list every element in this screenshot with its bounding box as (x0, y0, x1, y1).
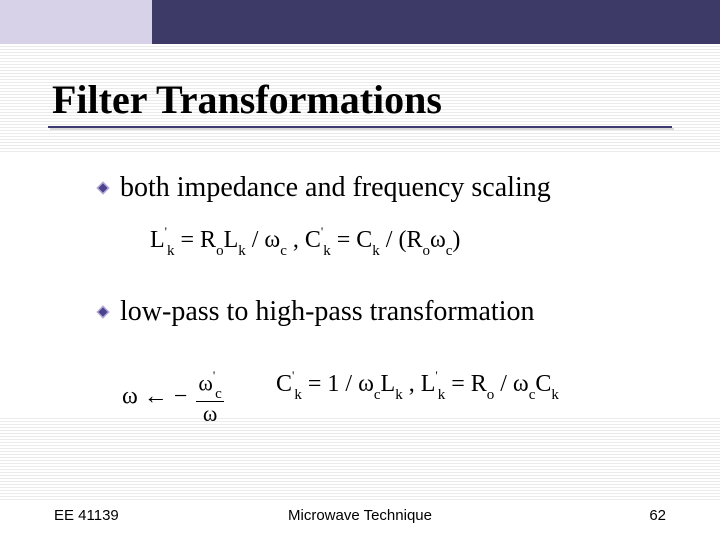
footer-course-code: EE 41139 (54, 507, 119, 524)
eq2a-denominator: ω (201, 402, 219, 426)
slide-footer: EE 41139 Microwave Technique 62 (0, 507, 720, 524)
equation-2b: C'k = 1 / ωcLk , L'k = Ro / ωcCk (276, 370, 559, 402)
diamond-bullet-icon (96, 305, 110, 319)
equation-2a: ω ← − ω'c ω (122, 370, 227, 426)
footer-course-name: Microwave Technique (288, 507, 432, 524)
eq2a-fraction: ω'c ω (196, 370, 224, 426)
bullet-1: both impedance and frequency scaling (96, 172, 551, 204)
bullet-2-text: low-pass to high-pass transformation (120, 296, 535, 328)
title-band-dark (152, 0, 720, 44)
eq2a-prefix: ω ← − (122, 384, 187, 410)
footer-page-number: 62 (649, 507, 666, 524)
title-underline-shadow (50, 128, 674, 130)
bullet-2: low-pass to high-pass transformation (96, 296, 535, 328)
hatched-region-bottom (0, 418, 720, 500)
title-band (0, 0, 720, 44)
equation-1: L'k = RoLk / ωc , C'k = Ck / (Roωc) (150, 226, 460, 258)
diamond-bullet-icon (96, 181, 110, 195)
eq2a-numerator: ω'c (196, 370, 224, 401)
bullet-1-text: both impedance and frequency scaling (120, 172, 551, 204)
slide-title: Filter Transformations (52, 76, 442, 123)
title-band-light (0, 0, 152, 44)
